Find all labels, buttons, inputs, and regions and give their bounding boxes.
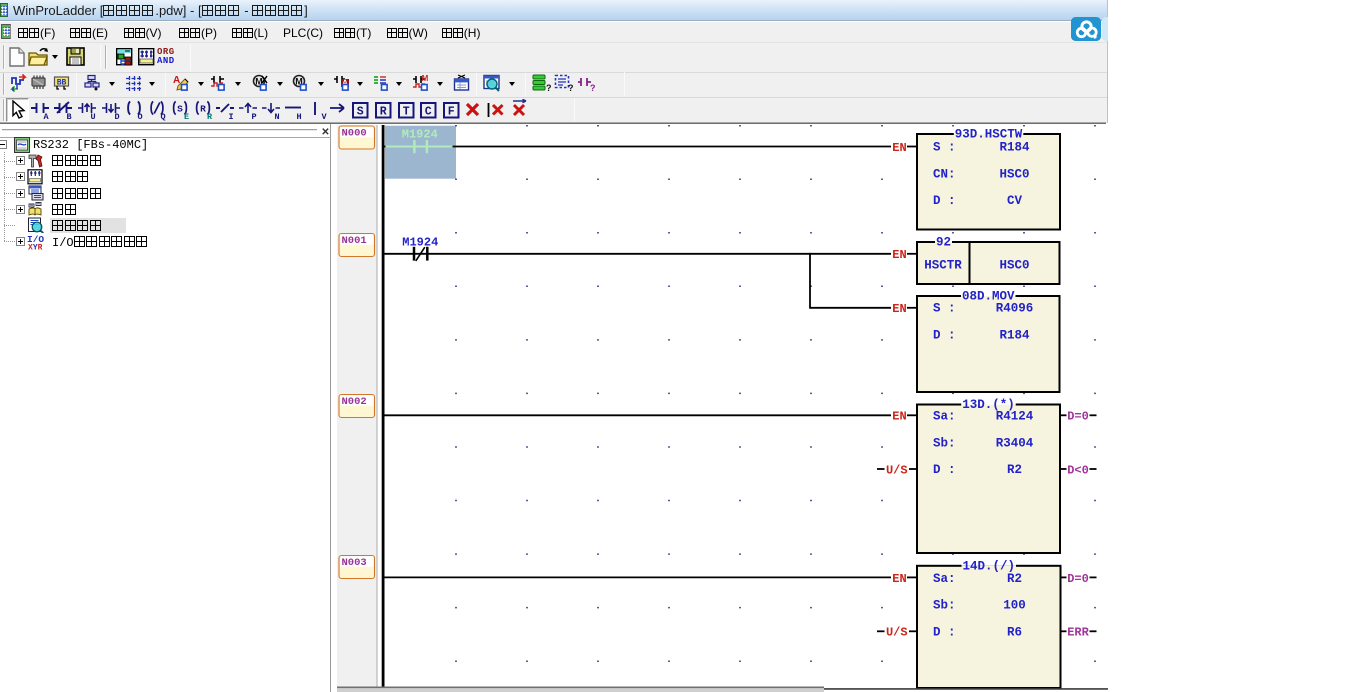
svg-text:U/S: U/S (886, 463, 908, 477)
svg-text:R184: R184 (999, 141, 1030, 155)
svg-text:92: 92 (936, 236, 951, 250)
svg-text:?: ? (568, 83, 574, 92)
svg-text:HSC0: HSC0 (999, 167, 1029, 181)
svg-text:Sb:: Sb: (933, 599, 956, 613)
svg-text:Sb:: Sb: (933, 437, 956, 451)
svg-text:R4096: R4096 (996, 302, 1034, 316)
svg-text:U: U (90, 112, 95, 121)
svg-text:HSC0: HSC0 (999, 258, 1029, 272)
svg-text:EN: EN (892, 302, 906, 316)
svg-text:?: ? (546, 83, 552, 92)
svg-text:HSCTR: HSCTR (924, 258, 962, 272)
svg-text:EN: EN (892, 410, 906, 424)
svg-text:O: O (137, 112, 142, 121)
svg-text:S :: S : (933, 302, 956, 316)
svg-text:?: ? (590, 83, 596, 92)
svg-text:S: S (177, 104, 183, 115)
svg-text:CV: CV (1007, 194, 1023, 208)
svg-text:N003: N003 (342, 557, 367, 569)
svg-text:A: A (43, 112, 49, 121)
svg-text:R2: R2 (1007, 572, 1022, 586)
svg-text:100: 100 (1003, 599, 1026, 613)
svg-text:F: F (448, 106, 455, 119)
svg-text:N000: N000 (342, 127, 367, 139)
svg-text:S :: S : (933, 141, 956, 155)
svg-text:R: R (200, 104, 206, 115)
svg-text:R2: R2 (1007, 463, 1022, 477)
svg-text:Q: Q (160, 112, 165, 121)
svg-text:D: D (114, 112, 119, 121)
svg-text:R6: R6 (1007, 625, 1022, 639)
svg-text:D<0: D<0 (1067, 463, 1089, 477)
svg-text:P: P (251, 112, 256, 121)
svg-text:I: I (228, 112, 233, 121)
svg-text:D=0: D=0 (1067, 572, 1089, 586)
svg-text:D :: D : (933, 329, 956, 343)
svg-text:N001: N001 (342, 235, 367, 247)
svg-text:R: R (207, 112, 213, 121)
svg-text:M1924: M1924 (402, 236, 438, 250)
svg-text:Sa:: Sa: (933, 410, 956, 424)
svg-text:93D.HSCTW: 93D.HSCTW (955, 128, 1023, 142)
svg-text:Sa:: Sa: (933, 572, 956, 586)
svg-text:CN:: CN: (933, 167, 956, 181)
svg-text:D :: D : (933, 194, 956, 208)
svg-text:M: M (422, 74, 429, 83)
svg-text:V: V (321, 112, 327, 121)
svg-text:EN: EN (892, 572, 906, 586)
svg-text:N002: N002 (342, 396, 367, 408)
svg-text:R: R (379, 106, 386, 119)
svg-text:B: B (66, 112, 71, 121)
svg-text:EN: EN (892, 248, 906, 262)
svg-text:ERR: ERR (1067, 626, 1089, 640)
svg-text:S: S (357, 106, 364, 119)
svg-text:D :: D : (933, 463, 956, 477)
svg-text:R4124: R4124 (996, 410, 1034, 424)
svg-text:D :: D : (933, 625, 956, 639)
svg-text:D=0: D=0 (1067, 410, 1089, 424)
svg-text:R184: R184 (999, 329, 1030, 343)
svg-text:M1924: M1924 (402, 128, 438, 142)
svg-text:BB: BB (57, 79, 67, 88)
svg-text:C: C (425, 106, 432, 119)
svg-text:R3404: R3404 (996, 437, 1034, 451)
svg-text:EN: EN (892, 141, 906, 155)
svg-text:H: H (296, 112, 301, 121)
svg-text:N: N (274, 112, 279, 121)
svg-text:U/S: U/S (886, 626, 908, 640)
svg-text:E: E (184, 112, 189, 121)
svg-text:T: T (402, 106, 409, 119)
svg-text:XYR: XYR (28, 243, 43, 250)
